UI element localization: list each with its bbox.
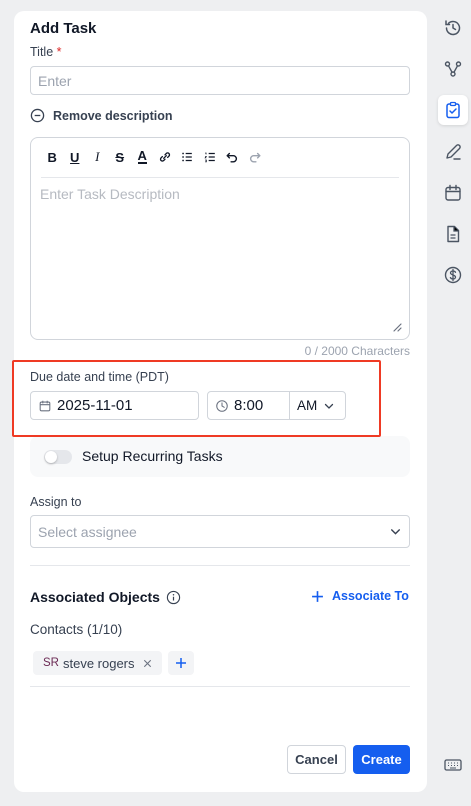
assignee-placeholder: Select assignee [38,523,137,540]
assign-label: Assign to [30,495,82,509]
undo-icon[interactable] [221,147,244,167]
associated-objects-header: Associated Objects [30,589,181,605]
strikethrough-icon[interactable]: S [109,147,132,167]
title-label-text: Title [30,45,54,59]
create-button[interactable]: Create [353,745,410,774]
title-input-placeholder: Enter [38,72,72,89]
cancel-button[interactable]: Cancel [287,745,346,774]
title-input[interactable]: Enter [30,66,410,95]
title-label: Title * [30,45,62,59]
underline-icon[interactable]: U [64,147,87,167]
associate-to-button[interactable]: Associate To [311,589,409,603]
dollar-icon[interactable] [440,262,466,288]
required-mark: * [56,45,62,59]
panel-title: Add Task [30,20,97,37]
character-counter: 0 / 2000 Characters [304,344,410,358]
add-contact-button[interactable] [168,651,194,675]
resize-handle-icon[interactable] [390,320,402,332]
editor-toolbar: B U I S A [41,147,266,167]
tasks-icon[interactable] [438,95,468,125]
close-icon[interactable] [142,658,153,669]
info-icon[interactable] [166,590,181,605]
editor-divider [41,177,399,178]
link-icon[interactable] [154,147,177,167]
pen-icon[interactable] [440,139,466,165]
associate-to-label: Associate To [332,589,409,603]
chevron-down-icon [391,529,400,535]
plus-icon [176,658,186,668]
minus-circle-icon [30,108,45,123]
text-color-icon[interactable]: A [131,147,154,167]
contact-name: steve rogers [62,655,135,671]
contacts-label: Contacts (1/10) [30,622,123,637]
numbered-list-icon[interactable] [199,147,222,167]
associated-objects-title: Associated Objects [30,589,160,605]
recurring-tasks-row: Setup Recurring Tasks [30,436,410,477]
redo-icon[interactable] [244,147,267,167]
bullet-list-icon[interactable] [176,147,199,167]
keyboard-icon[interactable] [440,752,466,778]
section-divider [30,565,410,566]
document-icon[interactable] [440,221,466,247]
remove-description-label: Remove description [53,108,173,123]
toggle-knob [45,451,57,463]
assignee-select[interactable]: Select assignee [30,515,410,548]
contact-initials: SR [43,657,59,669]
history-icon[interactable] [440,15,466,41]
italic-icon[interactable]: I [86,147,109,167]
description-editor[interactable]: B U I S A Enter Task Description [30,137,410,340]
remove-description-button[interactable]: Remove description [30,108,172,123]
description-placeholder: Enter Task Description [40,186,180,202]
bold-icon[interactable]: B [41,147,64,167]
plus-icon [312,590,323,602]
section-divider [30,686,410,687]
highlight-box [12,360,381,437]
contact-chip: SR steve rogers [33,651,162,675]
recurring-label: Setup Recurring Tasks [82,448,223,464]
workflow-icon[interactable] [440,56,466,82]
recurring-toggle[interactable] [44,450,72,464]
calendar-icon[interactable] [440,180,466,206]
